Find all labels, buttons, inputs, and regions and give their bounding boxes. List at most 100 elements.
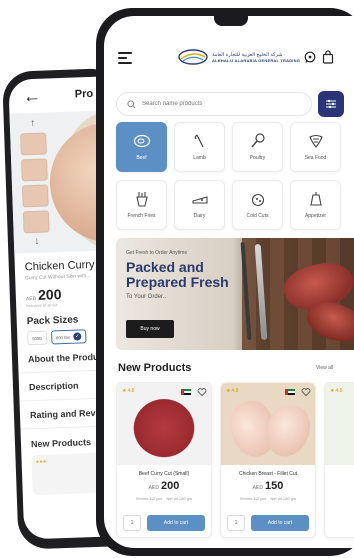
star-icon: ★ [330, 388, 335, 394]
dairy-icon [191, 196, 208, 204]
check-icon: ✓ [73, 332, 82, 341]
thumbnail-strip: ↑ ↓ [18, 118, 52, 247]
search-bar[interactable] [116, 92, 312, 116]
category-grid: Beef Lamb Poultry Sea Food French Fries [116, 122, 354, 230]
serves-info: Serves 1-2 pcs [239, 496, 267, 501]
category-cold-cuts[interactable]: Cold Cuts [232, 180, 283, 230]
home-screen: شركة الخليج العربية للتجارة العامة ALKHA… [104, 16, 354, 548]
view-all-link[interactable]: View all [316, 365, 333, 371]
card-actions: 1 Add to cart [123, 515, 205, 531]
category-label: Sea Food [304, 155, 327, 161]
beef-product-image: ★ 4.8 [117, 383, 211, 465]
add-to-cart-button[interactable]: Add to cart [251, 515, 309, 531]
beef-icon [133, 134, 150, 148]
filter-button[interactable] [318, 91, 344, 117]
new-products-title: New Products [118, 362, 192, 374]
detail-title: Pro [74, 87, 94, 101]
product-price: AED 200 [117, 477, 211, 492]
app-showcase: ← Pro ↑ ↓ Chicken Curry Cut Curry Cut Wi… [0, 0, 354, 558]
whatsapp-icon[interactable] [304, 50, 316, 64]
star-icon: ★ [226, 388, 231, 394]
product-price: AED 150 [221, 477, 315, 492]
product-meta: Serves 1-2 pcs Net wt 160 gm [221, 492, 315, 501]
buy-now-button[interactable]: Buy now [126, 320, 174, 338]
chevron-down-icon[interactable]: ↓ [34, 236, 39, 247]
category-label: Beef [136, 155, 147, 161]
product-rating: ★ 4.8 [330, 388, 342, 394]
back-arrow-icon[interactable]: ← [22, 85, 41, 107]
currency: AED [25, 295, 37, 303]
category-lamb[interactable]: Lamb [174, 122, 225, 172]
appetizer-icon [309, 192, 322, 206]
heart-icon[interactable] [197, 387, 207, 397]
chicken-breast-image: ★ 4.8 [221, 383, 315, 465]
price-amount: 200 [160, 480, 180, 492]
category-label: Cold Cuts [246, 213, 269, 219]
quantity-stepper[interactable]: 1 [227, 515, 245, 531]
thumbnail[interactable] [21, 158, 48, 182]
banner-title-line1: Packed and [126, 259, 204, 275]
category-french-fries[interactable]: French Fries [116, 180, 167, 230]
pack-option[interactable]: 500G [27, 330, 48, 346]
price-amount: 200 [37, 286, 62, 303]
star-icon: ★★★ [35, 458, 47, 465]
category-label: French Fries [127, 213, 156, 219]
brand-logo: شركة الخليج العربية للتجارة العامة ALKHA… [178, 44, 300, 70]
category-appetizer[interactable]: Appetizer [290, 180, 341, 230]
rating-value: 4.8 [335, 388, 343, 394]
star-icon: ★ [122, 388, 127, 394]
rating-value: 4.8 [127, 388, 135, 394]
product-card[interactable]: ★ 4.8 Beef Curry Cut (Small) AED 200 Serv… [116, 382, 212, 538]
pack-option-label: 800 Gm [56, 334, 71, 340]
front-phone: شركة الخليج العربية للتجارة العامة ALKHA… [96, 8, 354, 556]
category-label: Appetizer [304, 213, 327, 219]
banner-kicker: Get Fresh to Order Anytime [126, 250, 188, 256]
category-label: Poultry [249, 155, 266, 161]
uae-flag-icon [285, 389, 295, 395]
pack-option-label: 500G [32, 335, 43, 341]
currency: AED [252, 485, 263, 491]
category-seafood[interactable]: Sea Food [290, 122, 341, 172]
banner-title: Packed and Prepared Fresh [126, 260, 229, 290]
add-to-cart-button[interactable]: Add to cart [147, 515, 205, 531]
thumbnail[interactable] [22, 210, 50, 234]
uae-flag-icon [181, 389, 191, 395]
search-icon [127, 99, 136, 108]
pack-option-selected[interactable]: 800 Gm ✓ [50, 329, 87, 345]
quantity-stepper[interactable]: 1 [123, 515, 141, 531]
category-dairy[interactable]: Dairy [174, 180, 225, 230]
card-actions: 1 Add to cart [227, 515, 309, 531]
price-amount: 150 [264, 480, 284, 492]
shopping-bag-icon[interactable] [322, 50, 334, 64]
product-card[interactable]: ★ 4.8 [324, 382, 354, 538]
lamb-icon [194, 134, 204, 148]
promo-banner[interactable]: Get Fresh to Order Anytime Packed and Pr… [116, 238, 354, 350]
category-label: Lamb [193, 155, 206, 161]
category-beef[interactable]: Beef [116, 122, 167, 172]
product-meta: Serves 1-2 pcs Net wt 160 gm [117, 492, 211, 501]
product-card[interactable]: ★ 4.8 Chicken Breast - Fillet Cut AED 150… [220, 382, 316, 538]
chevron-up-icon[interactable]: ↑ [30, 118, 35, 129]
chicken-fillet-image [260, 400, 315, 462]
app-header: شركة الخليج العربية للتجارة العامة ALKHA… [104, 38, 354, 78]
logo-mark-icon [178, 48, 208, 66]
thumbnail[interactable] [20, 132, 47, 156]
weight-info: Net wt 160 gm [270, 496, 297, 501]
product-name: Chicken Breast - Fillet Cut [238, 471, 298, 477]
product-name: Beef Curry Cut (Small) [138, 471, 190, 477]
product-rating: ★ 4.8 [122, 388, 134, 394]
banner-title-line2: Prepared Fresh [126, 274, 229, 290]
thumbnail[interactable] [21, 184, 49, 208]
product-rating: ★ 4.8 [226, 388, 238, 394]
header-actions [304, 50, 334, 64]
logo-english: ALKHALIJ ALARABIA GENERAL TRADING [212, 57, 301, 63]
banner-subtitle: To Your Order.. [126, 294, 167, 300]
menu-icon[interactable] [118, 52, 132, 64]
category-poultry[interactable]: Poultry [232, 122, 283, 172]
seafood-icon [308, 134, 323, 148]
heart-icon[interactable] [301, 387, 311, 397]
category-label: Dairy [193, 213, 206, 219]
search-input[interactable] [142, 101, 292, 107]
serves-info: Serves 1-2 pcs [135, 496, 163, 501]
logo-text: شركة الخليج العربية للتجارة العامة ALKHA… [212, 52, 300, 63]
